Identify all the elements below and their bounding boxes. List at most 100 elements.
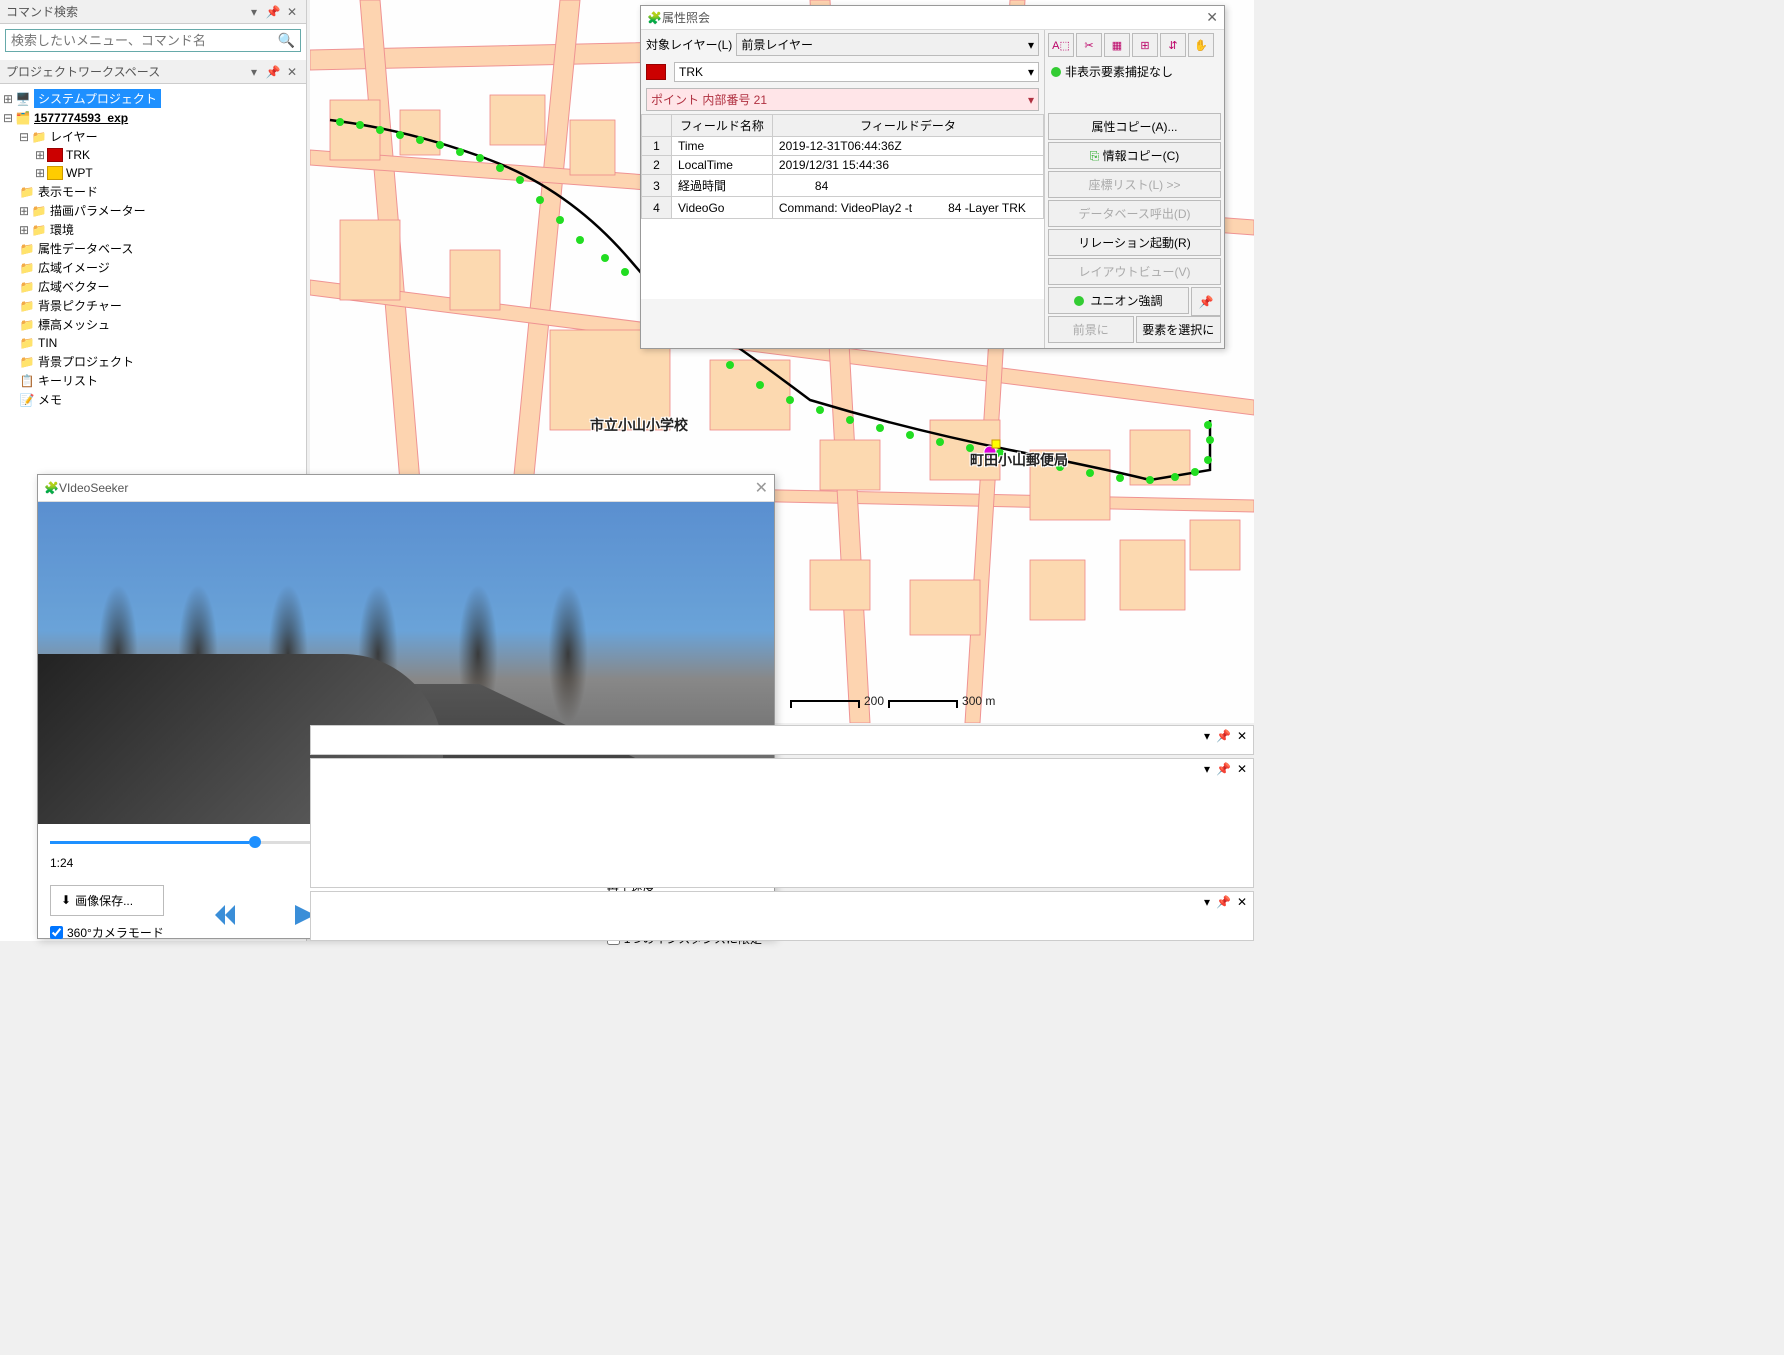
map-label-post: 町田小山郵便局	[970, 450, 1068, 470]
close-icon[interactable]: ✕	[1237, 729, 1247, 743]
tree-item[interactable]: 📁標高メッシュ	[18, 315, 304, 334]
folder-icon: 📁	[18, 241, 36, 257]
dropdown-icon[interactable]: ▾	[1204, 762, 1210, 776]
tree-item[interactable]: 📁広域ベクター	[18, 277, 304, 296]
close-icon[interactable]: ✕	[284, 4, 300, 20]
expander-icon[interactable]: ⊞	[34, 167, 46, 179]
point-info-select[interactable]: ポイント 内部番号 21▾	[646, 88, 1039, 111]
map-label-school: 市立小山小学校	[590, 415, 688, 435]
chevron-down-icon: ▾	[1028, 65, 1034, 79]
chevron-down-icon: ▾	[1028, 93, 1034, 107]
db-call-button[interactable]: データベース呼出(D)	[1048, 200, 1221, 227]
attribute-panel-title-bar[interactable]: 🧩 属性照会 ✕	[641, 6, 1224, 30]
table-row[interactable]: 3経過時間 84	[642, 175, 1044, 197]
layout-view-button[interactable]: レイアウトビュー(V)	[1048, 258, 1221, 285]
pin-icon[interactable]: 📌	[1216, 895, 1231, 909]
video-title-bar[interactable]: 🧩 VIdeoSeeker ✕	[38, 475, 774, 502]
folder-icon: 📁	[18, 298, 36, 314]
tree-item[interactable]: 📁背景プロジェクト	[18, 352, 304, 371]
tool-btn-5[interactable]: ⇵	[1160, 33, 1186, 57]
save-image-button[interactable]: ⬇画像保存...	[50, 885, 164, 916]
status-dot-icon	[1051, 67, 1061, 77]
relation-button[interactable]: リレーション起動(R)	[1048, 229, 1221, 256]
bottom-panel-1: ▾ 📌 ✕	[310, 725, 1254, 755]
tree-item[interactable]: ⊞📁環境	[18, 220, 304, 239]
close-icon[interactable]: ✕	[1237, 762, 1247, 776]
attribute-right: A⬚ ✂ ▦ ⊞ ⇵ ✋ 非表示要素捕捉なし 属性コピー(A)... ⎘ 情報コ…	[1044, 30, 1224, 348]
tool-btn-4[interactable]: ⊞	[1132, 33, 1158, 57]
pin-icon[interactable]: 📌	[1216, 762, 1231, 776]
video-title: VIdeoSeeker	[59, 481, 755, 495]
table-row[interactable]: 4VideoGoCommand: VideoPlay2 -t 84 -Layer…	[642, 197, 1044, 219]
tree-item[interactable]: 📁背景ピクチャー	[18, 296, 304, 315]
tree-item[interactable]: 📁TIN	[18, 334, 304, 352]
union-button[interactable]: ユニオン強調	[1048, 287, 1189, 314]
table-row[interactable]: 1Time2019-12-31T06:44:36Z	[642, 137, 1044, 156]
command-search-title: コマンド検索	[6, 3, 243, 20]
tool-btn-2[interactable]: ✂	[1076, 33, 1102, 57]
tree-item-layer[interactable]: ⊟ 📁 レイヤー	[18, 127, 304, 146]
info-copy-button[interactable]: ⎘ 情報コピー(C)	[1048, 142, 1221, 169]
dropdown-icon[interactable]: ▾	[1204, 729, 1210, 743]
expander-icon[interactable]: ⊟	[2, 112, 14, 124]
expander-icon[interactable]: ⊟	[18, 131, 30, 143]
search-input[interactable]	[11, 33, 278, 48]
close-icon[interactable]: ✕	[284, 64, 300, 80]
search-icon[interactable]: 🔍	[278, 32, 295, 49]
folder-icon: 📁	[30, 203, 48, 219]
close-icon[interactable]: ✕	[755, 478, 768, 498]
layer-icon	[646, 64, 666, 80]
tree-item[interactable]: 📝メモ	[18, 390, 304, 409]
tree-item[interactable]: 📁表示モード	[18, 182, 304, 201]
expander-icon[interactable]: ⊞	[18, 224, 30, 236]
memo-icon: 📝	[18, 392, 36, 408]
expander-icon[interactable]: ⊞	[2, 93, 14, 105]
chevron-down-icon: ▾	[1028, 38, 1034, 52]
project-icon: 🖥️	[14, 91, 32, 107]
tree-item-exp-project[interactable]: ⊟ 🗂️ 1577774593_exp	[2, 109, 304, 127]
tree-item[interactable]: 📋キーリスト	[18, 371, 304, 390]
select-element-button[interactable]: 要素を選択に	[1136, 316, 1222, 343]
attribute-panel: 🧩 属性照会 ✕ 対象レイヤー(L) 前景レイヤー▾ TRK▾ ポイント 内部番…	[640, 5, 1225, 349]
folder-icon: 📁	[18, 260, 36, 276]
360-mode-checkbox[interactable]: 360°カメラモード	[50, 924, 164, 941]
foreground-button[interactable]: 前景に	[1048, 316, 1134, 343]
tree-item-system-project[interactable]: ⊞ 🖥️ システムプロジェクト	[2, 88, 304, 109]
panel-icon: 🧩	[647, 11, 662, 25]
attribute-left: 対象レイヤー(L) 前景レイヤー▾ TRK▾ ポイント 内部番号 21▾ フィー…	[641, 30, 1044, 348]
table-row[interactable]: 2LocalTime2019/12/31 15:44:36	[642, 156, 1044, 175]
dropdown-icon[interactable]: ▾	[246, 4, 262, 20]
attr-copy-button[interactable]: 属性コピー(A)...	[1048, 113, 1221, 140]
dropdown-icon[interactable]: ▾	[246, 64, 262, 80]
project-folder-icon: 🗂️	[14, 110, 32, 126]
status-dot-icon	[1074, 296, 1084, 306]
tree-item[interactable]: 📁属性データベース	[18, 239, 304, 258]
workspace-title: プロジェクトワークスペース	[6, 63, 243, 80]
attribute-panel-title: 属性照会	[662, 9, 1206, 26]
slider-thumb[interactable]	[249, 836, 261, 848]
target-layer-select[interactable]: 前景レイヤー▾	[736, 33, 1039, 56]
video-icon: 🧩	[44, 481, 59, 495]
tree-item[interactable]: 📁広域イメージ	[18, 258, 304, 277]
pin-icon[interactable]: 📌	[265, 64, 281, 80]
dropdown-icon[interactable]: ▾	[1204, 895, 1210, 909]
expander-icon[interactable]: ⊞	[34, 149, 46, 161]
tool-btn-1[interactable]: A⬚	[1048, 33, 1074, 57]
coord-list-button[interactable]: 座標リスト(L) >>	[1048, 171, 1221, 198]
tool-btn-3[interactable]: ▦	[1104, 33, 1130, 57]
close-icon[interactable]: ✕	[1237, 895, 1247, 909]
tree-item-wpt[interactable]: ⊞ WPT	[34, 164, 304, 182]
tree-item-trk[interactable]: ⊞ TRK	[34, 146, 304, 164]
tree-item[interactable]: ⊞📁描画パラメーター	[18, 201, 304, 220]
wpt-layer-icon	[46, 165, 64, 181]
pin-button[interactable]: 📌	[1191, 287, 1221, 316]
tool-btn-6[interactable]: ✋	[1188, 33, 1214, 57]
hidden-capture-status: 非表示要素捕捉なし	[1048, 60, 1221, 83]
close-icon[interactable]: ✕	[1206, 9, 1218, 26]
pin-icon[interactable]: 📌	[265, 4, 281, 20]
expander-icon[interactable]: ⊞	[18, 205, 30, 217]
rewind-button[interactable]	[210, 900, 240, 930]
layer-select[interactable]: TRK▾	[674, 62, 1039, 82]
pin-icon[interactable]: 📌	[1216, 729, 1231, 743]
command-search-box[interactable]: 🔍	[5, 29, 301, 52]
